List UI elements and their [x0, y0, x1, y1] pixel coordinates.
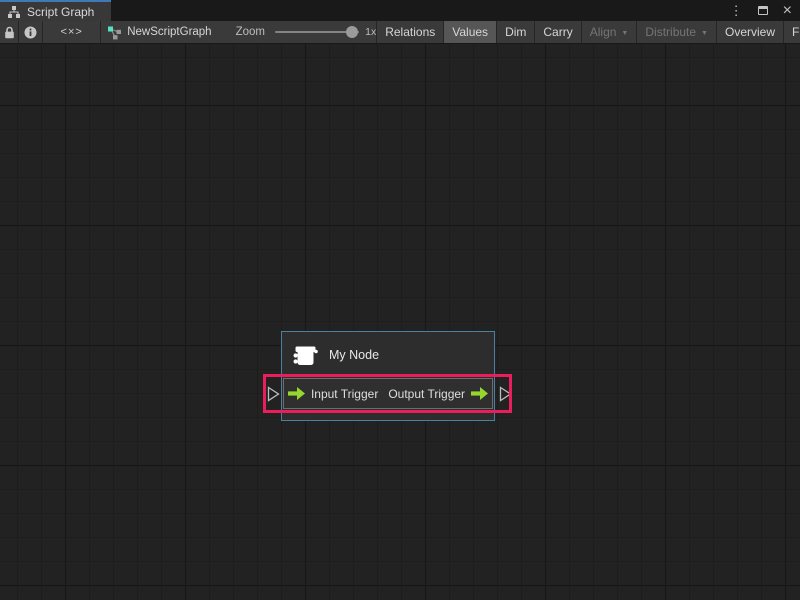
- graph-toolbar: <×> NewScriptGraph Zoom 1x Relations Val…: [0, 21, 800, 44]
- info-icon: [24, 26, 37, 39]
- flow-arrow-icon: [471, 387, 488, 400]
- input-trigger-port[interactable]: Input Trigger: [288, 387, 378, 401]
- hierarchy-icon: [7, 5, 21, 19]
- title-bar: Script Graph ⋮ ×: [0, 0, 800, 21]
- dim-button[interactable]: Dim: [497, 21, 535, 43]
- zoom-slider[interactable]: [275, 26, 359, 38]
- output-connection-triangle-icon[interactable]: [499, 386, 512, 407]
- relations-button[interactable]: Relations: [377, 21, 444, 43]
- zoom-label: Zoom: [236, 26, 265, 38]
- unit-icon: [291, 342, 318, 369]
- close-icon[interactable]: ×: [783, 3, 792, 19]
- node-header[interactable]: My Node: [282, 332, 494, 378]
- node-title: My Node: [329, 348, 379, 362]
- output-trigger-port[interactable]: Output Trigger: [388, 387, 488, 401]
- carry-button[interactable]: Carry: [535, 21, 581, 43]
- window-menu-icon[interactable]: ⋮: [730, 4, 743, 17]
- angle-brackets-icon: <×>: [61, 26, 83, 38]
- embed-toggle-button[interactable]: <×>: [43, 21, 101, 43]
- info-button[interactable]: [19, 21, 43, 43]
- input-connection-triangle-icon[interactable]: [267, 386, 280, 407]
- zoom-slider-handle[interactable]: [346, 26, 358, 38]
- graph-canvas[interactable]: My Node Input Trigger Output Trigger: [0, 44, 800, 600]
- node-my-node[interactable]: My Node Input Trigger Output Trigger: [281, 331, 495, 421]
- flow-arrow-icon: [288, 387, 305, 400]
- chevron-down-icon: ▼: [621, 30, 628, 37]
- script-graph-asset-icon: [107, 25, 122, 40]
- node-port-row: Input Trigger Output Trigger: [283, 378, 493, 409]
- tab-label: Script Graph: [27, 5, 94, 19]
- distribute-dropdown[interactable]: Distribute ▼: [637, 21, 717, 43]
- full-screen-button[interactable]: Full S: [784, 21, 800, 43]
- graph-name[interactable]: NewScriptGraph: [127, 26, 211, 38]
- maximize-icon[interactable]: [758, 6, 768, 15]
- align-dropdown[interactable]: Align ▼: [582, 21, 638, 43]
- lock-icon: [4, 26, 15, 39]
- tab-script-graph[interactable]: Script Graph: [0, 0, 111, 21]
- chevron-down-icon: ▼: [701, 30, 708, 37]
- zoom-value: 1x: [365, 26, 376, 38]
- lock-button[interactable]: [0, 21, 19, 43]
- overview-button[interactable]: Overview: [717, 21, 784, 43]
- graph-info-section: NewScriptGraph Zoom 1x: [101, 21, 377, 43]
- values-button[interactable]: Values: [444, 21, 497, 43]
